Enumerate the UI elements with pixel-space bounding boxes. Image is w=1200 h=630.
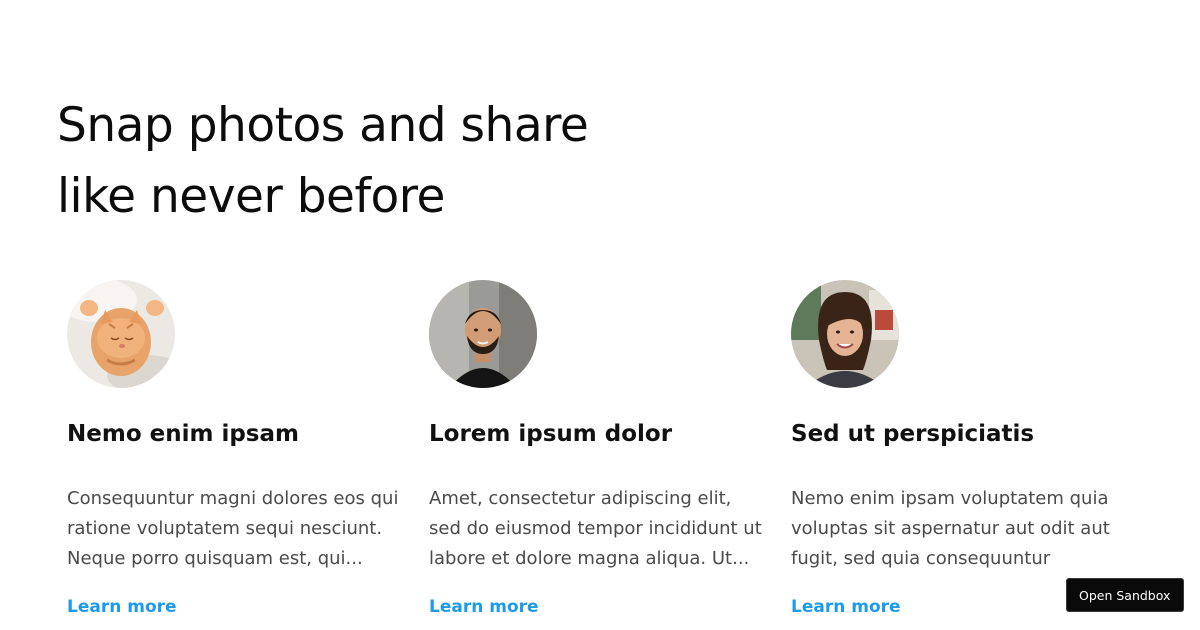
card-title: Sed ut perspiciatis (791, 421, 1035, 447)
learn-more-link[interactable]: Learn more (429, 595, 539, 619)
card-title: Lorem ipsum dolor (429, 421, 673, 447)
card-title: Nemo enim ipsam (67, 421, 299, 447)
woman-avatar (791, 280, 899, 388)
open-sandbox-button[interactable]: Open Sandbox (1066, 578, 1184, 612)
learn-more-link[interactable]: Learn more (67, 595, 177, 619)
man-avatar (429, 280, 537, 388)
card-description: Nemo enim ipsam voluptatem quia voluptas… (791, 488, 1110, 569)
feature-card-3: Sed ut perspiciatis Nemo enim ipsam volu… (791, 280, 1126, 617)
learn-more-link[interactable]: Learn more (791, 595, 901, 619)
page-headline: Snap photos and share like never before (57, 98, 589, 224)
feature-card-1: Nemo enim ipsam Consequuntur magni dolor… (67, 280, 402, 617)
feature-card-2: Lorem ipsum dolor Amet, consectetur adip… (429, 280, 764, 617)
kitten-avatar (67, 280, 175, 388)
card-description: Consequuntur magni dolores eos qui ratio… (67, 488, 399, 569)
card-description: Amet, consectetur adipiscing elit, sed d… (429, 488, 762, 569)
